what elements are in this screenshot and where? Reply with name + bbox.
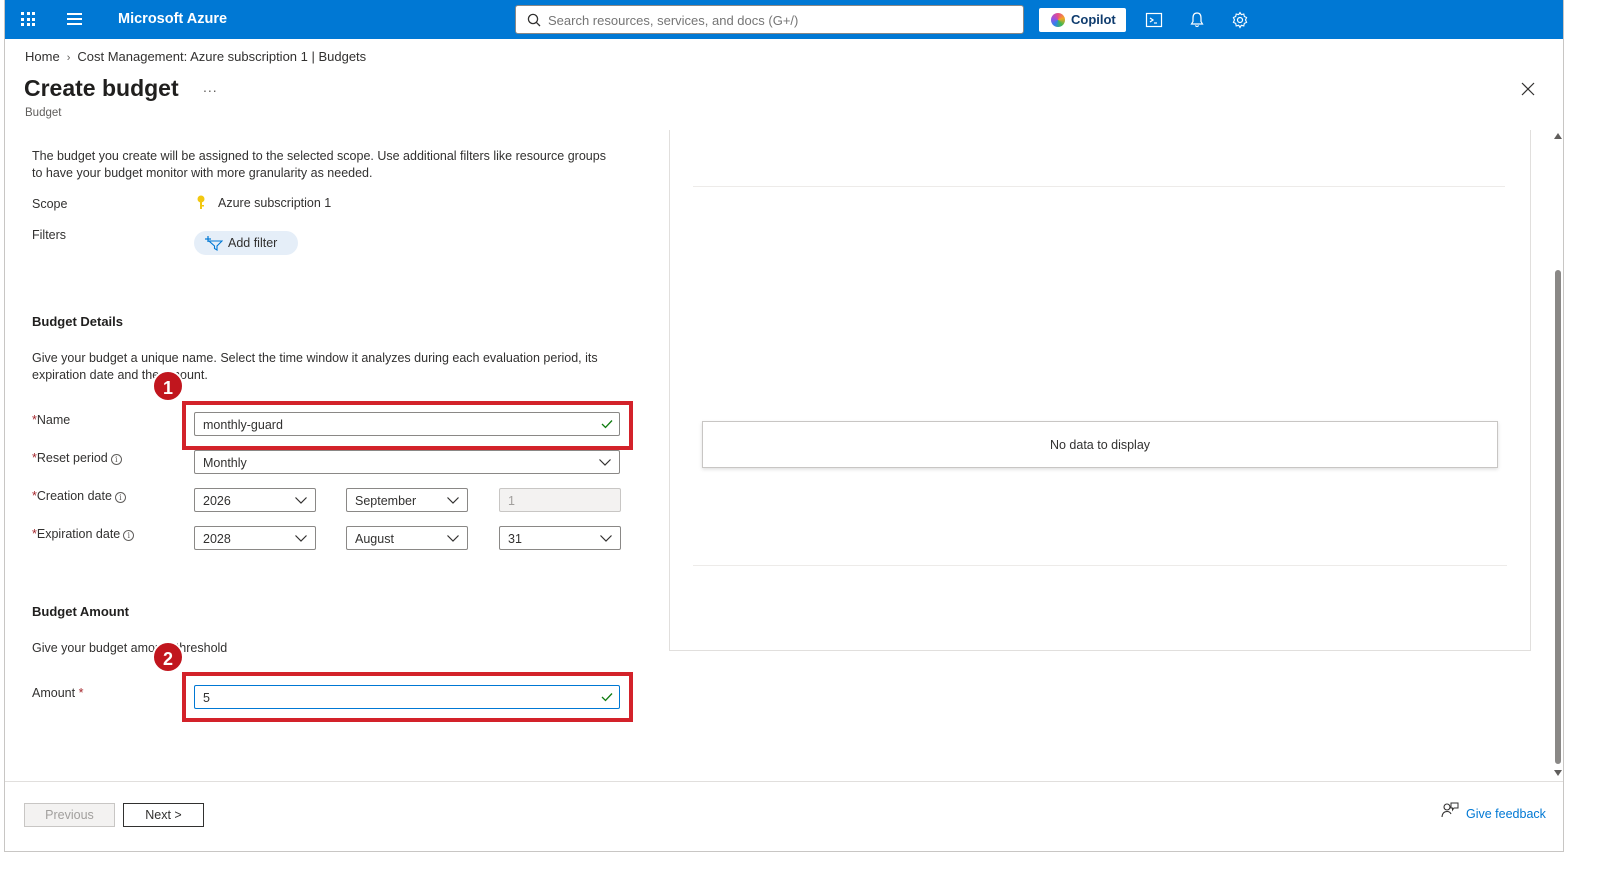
breadcrumb-home-link[interactable]: Home [25,49,60,64]
budget-amount-description: Give your budget amount threshold [32,641,228,655]
chevron-down-icon [447,497,459,504]
vertical-scrollbar[interactable] [1552,130,1563,780]
creation-date-label-text: Creation date [36,489,112,503]
step-badge-2: 2 [152,641,184,673]
amount-label-text: Amount [32,686,76,700]
expiration-year-value: 2028 [203,532,231,546]
creation-day-value: 1 [508,494,515,508]
breadcrumb-chevron-icon: › [66,52,71,64]
budget-amount-heading: Budget Amount [32,604,129,619]
page-title: Create budget [24,75,179,101]
budget-details-description-line2: expiration date and the amount. [32,368,208,382]
no-data-message: No data to display [702,421,1498,468]
scrollbar-thumb[interactable] [1555,270,1561,764]
add-filter-label: Add filter [228,236,278,250]
expiration-month-value: August [355,532,394,546]
close-icon[interactable] [1521,82,1535,96]
chevron-down-icon [295,535,307,542]
reset-period-value: Monthly [203,456,247,470]
creation-month-value: September [355,494,417,508]
portal-menu-icon[interactable] [67,13,82,28]
top-navigation-bar: Microsoft Azure Copilot [5,0,1563,39]
expiration-date-label: *Expiration date i [32,527,135,541]
global-search-box[interactable] [515,5,1024,34]
key-icon [197,195,205,209]
app-launcher-icon[interactable] [21,12,35,26]
search-icon [527,13,541,27]
breadcrumb-budgets-link[interactable]: Cost Management: Azure subscription 1 | … [77,49,366,64]
creation-year-value: 2026 [203,494,231,508]
global-search-input[interactable] [548,10,1008,30]
cloud-shell-icon[interactable] [1144,10,1164,30]
info-icon[interactable]: i [110,454,122,465]
scope-description: The budget you create will be assigned t… [32,148,606,182]
expiration-month-dropdown[interactable]: August [346,526,468,550]
creation-year-dropdown[interactable]: 2026 [194,488,316,512]
creation-day-field: 1 [499,488,621,512]
scope-description-line1: The budget you create will be assigned t… [32,149,606,163]
expiration-year-dropdown[interactable]: 2028 [194,526,316,550]
reset-period-label-text: Reset period [36,451,108,465]
expiration-day-dropdown[interactable]: 31 [499,526,621,550]
chevron-down-icon [599,459,611,466]
expiration-date-label-text: Expiration date [36,527,121,541]
wizard-footer: Previous Next > Give feedback [5,781,1563,851]
scope-description-line2: to have your budget monitor with more gr… [32,166,373,180]
info-icon[interactable]: i [123,530,135,541]
add-filter-button[interactable]: Add filter [194,231,298,255]
budget-chart-panel [669,130,1531,651]
step-badge-1: 1 [152,370,184,402]
copilot-label: Copilot [1071,12,1116,27]
reset-period-label: *Reset period i [32,451,122,465]
scope-value[interactable]: Azure subscription 1 [218,196,331,210]
budget-details-description-line1: Give your budget a unique name. Select t… [32,351,598,365]
chart-divider-top [693,186,1505,187]
creation-date-label: *Creation date i [32,489,126,503]
scroll-down-icon[interactable] [1554,770,1562,776]
budget-details-description: Give your budget a unique name. Select t… [32,350,598,384]
brand-title[interactable]: Microsoft Azure [118,11,227,27]
chevron-down-icon [295,497,307,504]
expiration-day-value: 31 [508,532,522,546]
chart-divider-bottom [693,565,1507,566]
give-feedback-link[interactable]: Give feedback [1441,802,1546,822]
reset-period-dropdown[interactable]: Monthly [194,450,620,474]
highlight-box-2 [182,672,633,722]
scroll-up-icon[interactable] [1554,133,1562,139]
budget-details-heading: Budget Details [32,314,124,329]
settings-gear-icon[interactable] [1230,10,1250,30]
feedback-icon [1441,802,1459,818]
highlight-box-1 [182,401,633,450]
page-subtitle: Budget [25,107,62,119]
add-filter-icon [205,236,223,251]
amount-label: Amount * [32,686,84,700]
info-icon[interactable]: i [114,492,126,503]
next-button[interactable]: Next > [123,803,204,827]
copilot-icon [1051,13,1065,27]
more-options-icon[interactable]: ... [203,79,218,95]
name-label-text: Name [36,413,71,427]
creation-month-dropdown[interactable]: September [346,488,468,512]
chevron-down-icon [600,535,612,542]
chevron-down-icon [447,535,459,542]
give-feedback-label: Give feedback [1466,807,1546,821]
name-label: *Name [32,413,71,427]
previous-button[interactable]: Previous [24,803,115,827]
notifications-bell-icon[interactable] [1187,10,1207,30]
filters-label: Filters [32,228,67,242]
copilot-button[interactable]: Copilot [1039,8,1126,32]
azure-portal-window: Microsoft Azure Copilot Home › Cost Manage… [4,0,1564,852]
breadcrumb: Home › Cost Management: Azure subscription… [25,49,366,64]
scope-label: Scope [32,197,68,211]
